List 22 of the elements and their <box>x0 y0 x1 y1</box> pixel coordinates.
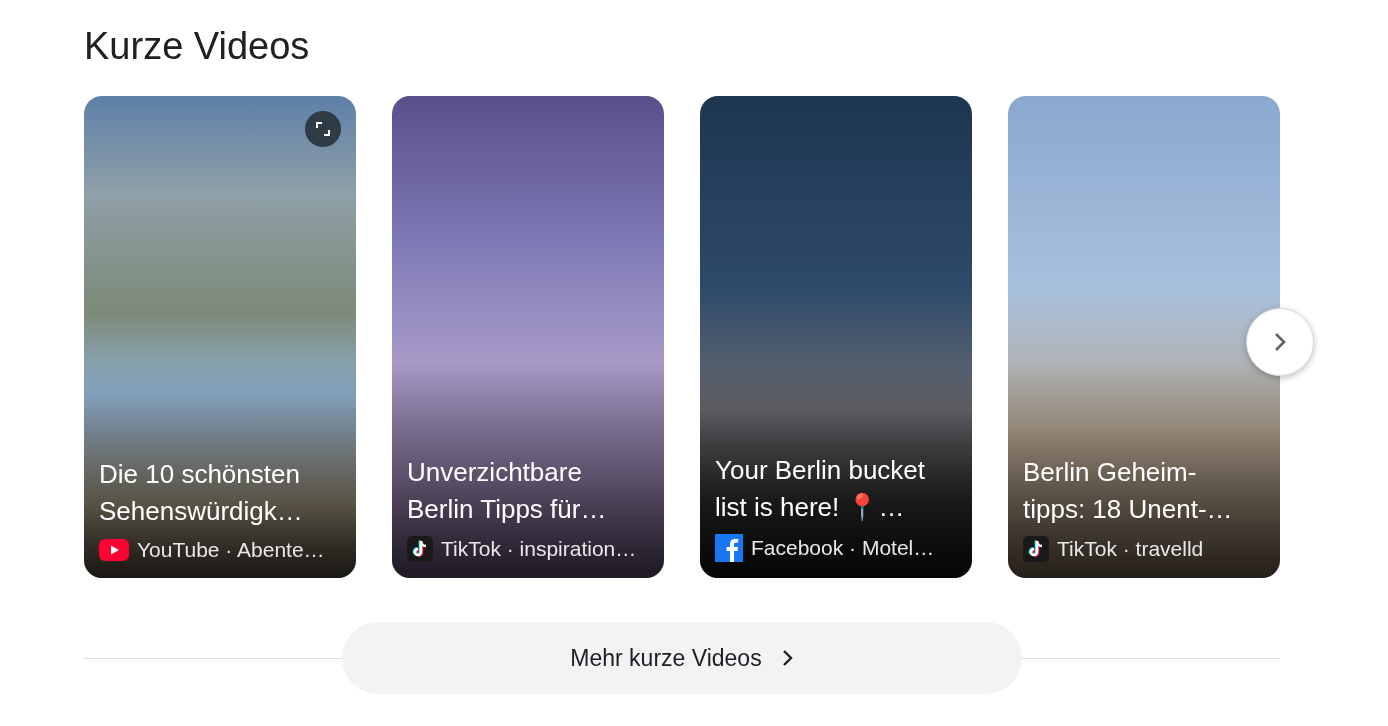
tiktok-icon <box>407 536 433 562</box>
video-card[interactable]: Your Berlin bucket list is here! 📍… Facebook · Motel… <box>700 96 972 578</box>
video-source: Facebook · Motel… <box>751 536 935 560</box>
facebook-icon <box>715 534 743 562</box>
video-source: YouTube · Abente… <box>137 538 325 562</box>
video-title: Berlin Geheim- tipps: 18 Unent-… <box>1023 456 1234 526</box>
more-videos-button[interactable]: Mehr kurze Videos <box>342 622 1022 694</box>
video-card[interactable]: Unverzichtbare Berlin Tipps für… TikTok · inspiration… <box>392 96 664 578</box>
section-heading: Kurze Videos <box>84 24 311 68</box>
video-card[interactable]: Die 10 schönsten Sehenswürdigk… YouTube · Abente… <box>84 96 356 578</box>
video-title: Unverzichtbare Berlin Tipps für… <box>407 456 608 526</box>
tiktok-icon <box>1023 536 1049 562</box>
video-title: Die 10 schönsten Sehenswürdigk… <box>99 458 304 528</box>
video-title: Your Berlin bucket list is here! 📍… <box>715 454 927 524</box>
expand-button[interactable] <box>305 111 341 147</box>
chevron-right-icon <box>781 649 794 667</box>
expand-icon <box>316 122 330 136</box>
chevron-right-icon <box>1273 331 1287 353</box>
youtube-icon <box>99 539 129 561</box>
video-source: TikTok · inspiration… <box>441 537 637 561</box>
video-source: TikTok · travelld <box>1057 537 1204 561</box>
video-card[interactable]: Berlin Geheim- tipps: 18 Unent-… TikTok · travelld <box>1008 96 1280 578</box>
